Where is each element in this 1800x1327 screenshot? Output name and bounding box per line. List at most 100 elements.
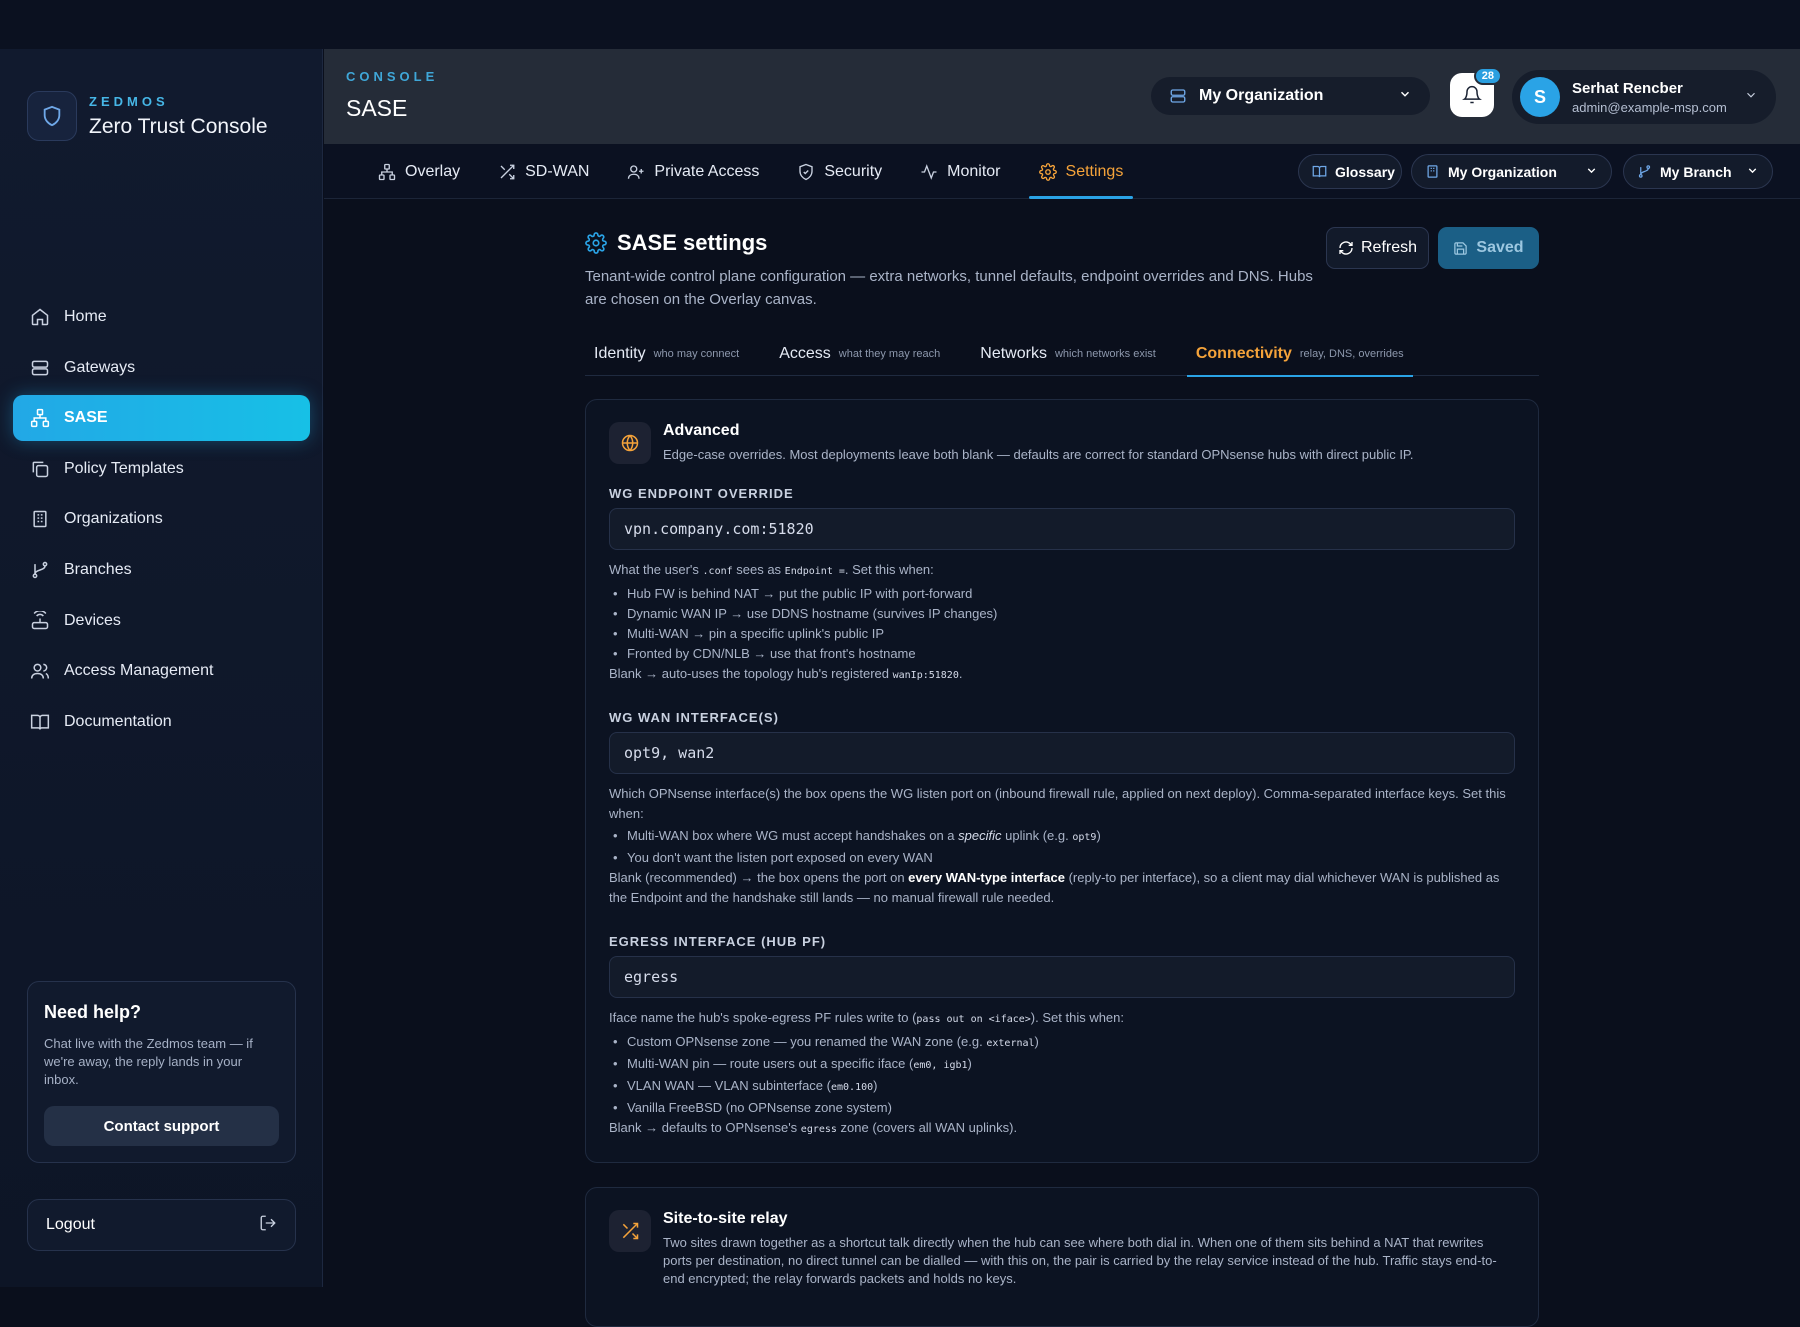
users-icon [30, 661, 50, 681]
tab-label: Security [824, 162, 883, 180]
help-text: VLAN WAN — VLAN subinterface ( [627, 1078, 831, 1093]
wg-endpoint-input[interactable] [609, 508, 1515, 550]
notification-count-badge: 28 [1473, 67, 1502, 85]
activity-icon [920, 163, 938, 181]
wg-wan-input[interactable] [609, 732, 1515, 774]
branch-scope-select[interactable]: My Branch [1623, 154, 1773, 189]
wg-endpoint-field: WG ENDPOINT OVERRIDE What the user's .co… [609, 486, 1515, 686]
sidebar-item-policy-templates[interactable]: Policy Templates [13, 446, 310, 492]
code-snippet: em0, igb1 [913, 1060, 968, 1071]
book-icon [30, 712, 50, 732]
help-text: Blank → defaults to OPNsense's [609, 1120, 801, 1135]
sidebar-item-branches[interactable]: Branches [13, 547, 310, 593]
help-text: . Set this when: [844, 562, 934, 577]
list-item: Multi-WAN pin — route users out a specif… [609, 1054, 1515, 1076]
user-name: Serhat Rencber [1572, 79, 1683, 97]
subtab-access[interactable]: Access what they may reach [770, 332, 949, 376]
help-text: ) [967, 1056, 972, 1071]
help-text: What the user's [609, 562, 703, 577]
org-scope-select[interactable]: My Organization [1411, 154, 1612, 189]
tab-monitor[interactable]: Monitor [910, 144, 1010, 199]
sidebar-item-documentation[interactable]: Documentation [13, 699, 310, 745]
sidebar-item-home[interactable]: Home [13, 294, 310, 340]
list-item: VLAN WAN — VLAN subinterface (em0.100) [609, 1076, 1515, 1098]
tab-settings[interactable]: Settings [1028, 144, 1134, 199]
relay-title: Site-to-site relay [663, 1210, 788, 1227]
help-text: ) [1034, 1034, 1039, 1049]
glossary-button[interactable]: Glossary [1298, 154, 1402, 189]
user-menu[interactable]: S Serhat Rencber admin@example-msp.com [1512, 70, 1776, 124]
sidebar-item-devices[interactable]: Devices [13, 598, 310, 644]
saved-label: Saved [1476, 239, 1524, 256]
settings-description: Tenant-wide control plane configuration … [585, 268, 1313, 308]
subtab-hint: which networks exist [1054, 348, 1156, 360]
list-item: Multi-WAN → pin a specific uplink's publ… [609, 624, 1515, 644]
sidebar-item-label: Branches [64, 560, 132, 578]
sidebar: ZEDMOS Zero Trust Console Home Gateways … [0, 49, 323, 1287]
subtab-connectivity[interactable]: Connectivity relay, DNS, overrides [1186, 332, 1413, 377]
emphasis-text: every WAN-type interface [908, 870, 1065, 885]
help-text: Blank → auto-uses the topology hub's reg… [609, 666, 893, 681]
code-snippet: opt9 [1072, 832, 1097, 843]
glossary-label: Glossary [1335, 163, 1395, 180]
subtab-hint: relay, DNS, overrides [1299, 348, 1404, 360]
brand-eyebrow: ZEDMOS [89, 93, 169, 109]
settings-subtabs: Identity who may connect Access what the… [585, 332, 1539, 377]
sidebar-nav: Home Gateways SASE Policy Templates Orga… [13, 294, 310, 749]
subtab-hint: what they may reach [838, 348, 941, 360]
copy-icon [30, 459, 50, 479]
branch-icon [1637, 164, 1652, 179]
organization-select[interactable]: My Organization [1151, 77, 1430, 115]
tab-label: Monitor [947, 162, 1001, 180]
list-item: Dynamic WAN IP → use DDNS hostname (surv… [609, 604, 1515, 624]
logout-icon [259, 1214, 277, 1237]
help-text: Iface name the hub's spoke-egress PF rul… [609, 1010, 917, 1025]
code-snippet: wanIp:51820 [892, 670, 959, 681]
help-text: ) [873, 1078, 878, 1093]
egress-input[interactable] [609, 956, 1515, 998]
logout-label: Logout [46, 1216, 95, 1233]
tab-overlay[interactable]: Overlay [368, 144, 470, 199]
refresh-button[interactable]: Refresh [1326, 227, 1429, 269]
sidebar-item-sase[interactable]: SASE [13, 395, 310, 442]
shield-check-icon [797, 163, 815, 181]
sidebar-item-label: Organizations [64, 510, 163, 528]
saved-button[interactable]: Saved [1438, 227, 1539, 269]
save-icon [1453, 241, 1468, 256]
avatar: S [1520, 77, 1560, 117]
module-tabs-bar: Overlay SD-WAN Private Access Security M… [324, 144, 1800, 199]
help-text: Custom OPNsense zone — you renamed the W… [627, 1034, 987, 1049]
settings-header: SASE settings Tenant-wide control plane … [585, 230, 1325, 311]
brand[interactable]: ZEDMOS Zero Trust Console [27, 91, 268, 141]
tab-security[interactable]: Security [787, 144, 892, 199]
code-snippet: egress [800, 1124, 837, 1135]
sidebar-item-gateways[interactable]: Gateways [13, 345, 310, 391]
sidebar-item-label: Gateways [64, 358, 136, 376]
relay-description: Two sites drawn together as a shortcut t… [663, 1235, 1497, 1286]
tab-private-access[interactable]: Private Access [617, 144, 769, 199]
logout-button[interactable]: Logout [27, 1199, 296, 1251]
help-text: ). Set this when: [1030, 1010, 1125, 1025]
contact-support-button[interactable]: Contact support [44, 1106, 279, 1146]
help-text: Multi-WAN pin — route users out a specif… [627, 1056, 914, 1071]
tab-sd-wan[interactable]: SD-WAN [488, 144, 599, 199]
egress-help: Iface name the hub's spoke-egress PF rul… [609, 1008, 1515, 1140]
subtab-label: Identity [594, 345, 646, 362]
shuffle-icon [498, 163, 516, 181]
list-item: Hub FW is behind NAT → put the public IP… [609, 584, 1515, 604]
subtab-networks[interactable]: Networks which networks exist [971, 332, 1165, 376]
sidebar-item-label: Home [64, 308, 107, 325]
notifications-button[interactable]: 28 [1450, 67, 1502, 117]
sidebar-item-organizations[interactable]: Organizations [13, 496, 310, 542]
organization-select-value: My Organization [1199, 87, 1324, 104]
subtab-identity[interactable]: Identity who may connect [585, 332, 748, 376]
user-email: admin@example-msp.com [1572, 99, 1727, 115]
code-snippet: pass out on <iface> [916, 1014, 1031, 1025]
chevron-down-icon [1746, 164, 1759, 180]
help-text: zone (covers all WAN uplinks). [836, 1120, 1018, 1135]
sidebar-item-label: Devices [64, 611, 121, 629]
site-to-site-relay-card: Site-to-site relay Two sites drawn toget… [585, 1187, 1539, 1327]
help-text: sees as [732, 562, 785, 577]
sidebar-item-access-management[interactable]: Access Management [13, 648, 310, 694]
list-item: Multi-WAN box where WG must accept hands… [609, 826, 1515, 848]
